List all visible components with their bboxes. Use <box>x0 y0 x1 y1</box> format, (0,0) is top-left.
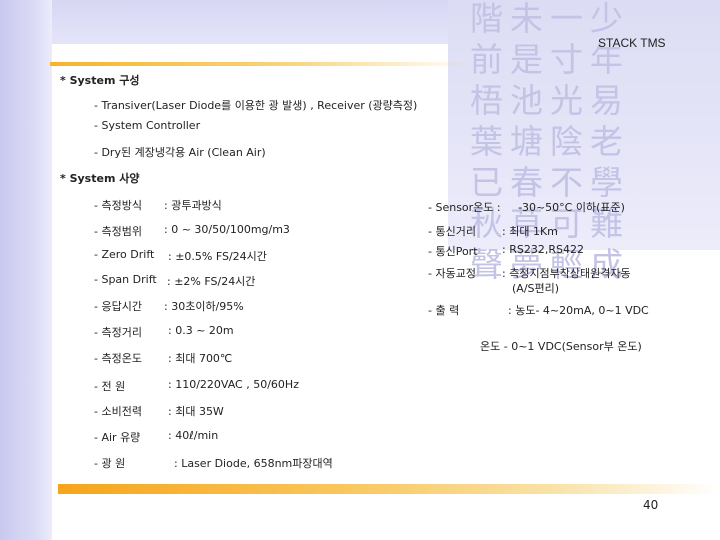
spec-label: - Span Drift <box>94 273 157 286</box>
bottom-accent-line <box>58 484 720 494</box>
config-item: - Transiver(Laser Diode를 이용한 광 발생) , Rec… <box>94 99 418 112</box>
calligraphy-row: 已春不學 <box>470 163 630 202</box>
system-spec-heading: * System 사양 <box>60 172 140 185</box>
spec-value: : 측정지점부착상태원격자동 <box>502 267 631 280</box>
spec-value: : ±0.5% FS/24시간 <box>168 250 267 263</box>
left-decor-band <box>0 0 52 540</box>
calligraphy-row: 梧池光易 <box>470 81 630 120</box>
spec-label: - 출 력 <box>428 304 460 317</box>
spec-value: -30~50°C 이하(표준) <box>518 201 625 214</box>
spec-value: : 최대 1Km <box>502 225 558 238</box>
spec-label: - 소비전력 <box>94 405 142 418</box>
top-accent-line <box>50 62 474 66</box>
spec-label: - 측정거리 <box>94 326 142 339</box>
config-item: - Dry된 계장냉각용 Air (Clean Air) <box>94 146 266 159</box>
spec-value: : RS232,RS422 <box>502 243 584 256</box>
spec-label: - 측정범위 <box>94 225 142 238</box>
spec-value: : 110/220VAC , 50/60Hz <box>168 378 299 391</box>
spec-value: : 농도- 4~20mA, 0~1 VDC <box>508 304 649 317</box>
slide: 階未一少 前是寸年 梧池光易 葉塘陰老 已春不學 秋草可難 聲夢輕成 STACK… <box>0 0 720 540</box>
page-number: 40 <box>643 498 659 512</box>
calligraphy-row: 葉塘陰老 <box>470 122 630 161</box>
spec-label: - 통신Port <box>428 245 478 258</box>
spec-value: : 30초이하/95% <box>164 300 244 313</box>
spec-label: - Air 유량 <box>94 431 141 444</box>
spec-value: : 최대 35W <box>168 405 224 418</box>
spec-label: - Sensor온도 : <box>428 201 501 214</box>
spec-label: - 측정온도 <box>94 352 142 365</box>
spec-label: - 자동교정 <box>428 267 476 280</box>
spec-value: : 40ℓ/min <box>168 429 219 442</box>
spec-label: - 응답시간 <box>94 300 142 313</box>
calligraphy-row: 階未一少 <box>470 0 630 38</box>
spec-label: - Zero Drift <box>94 248 155 261</box>
spec-value-cont: 온도 - 0~1 VDC(Sensor부 온도) <box>480 340 642 353</box>
spec-value: : 0 ~ 30/50/100mg/m3 <box>164 223 290 236</box>
logo-text: STACK TMS <box>598 36 666 50</box>
calligraphy-row: 前是寸年 <box>470 40 630 79</box>
spec-label: - 측정방식 <box>94 199 142 212</box>
system-config-heading: * System 구성 <box>60 74 140 87</box>
spec-label: - 전 원 <box>94 380 126 393</box>
spec-value-cont: (A/S편리) <box>512 282 560 295</box>
spec-value: : 광투과방식 <box>164 199 222 212</box>
spec-value: : 최대 700℃ <box>168 352 233 365</box>
spec-value: : ±2% FS/24시간 <box>167 275 256 288</box>
spec-label: - 통신거리 <box>428 225 476 238</box>
spec-label: - 광 원 <box>94 457 126 470</box>
config-item: - System Controller <box>94 119 201 132</box>
spec-value: : Laser Diode, 658nm파장대역 <box>174 457 333 470</box>
spec-value: : 0.3 ~ 20m <box>168 324 234 337</box>
